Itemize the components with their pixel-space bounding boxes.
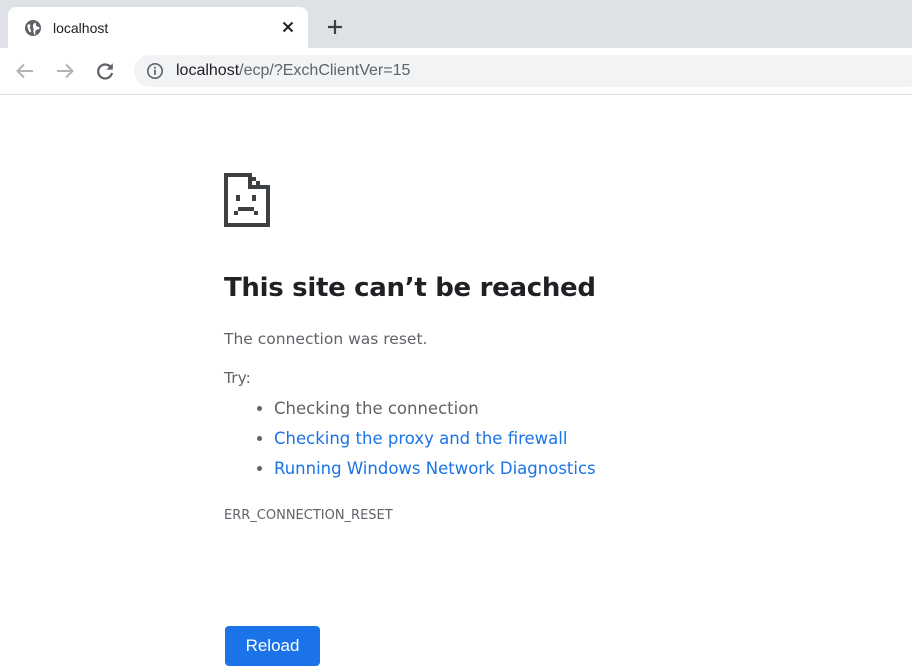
reload-icon[interactable] [93, 59, 117, 83]
plus-icon[interactable] [325, 17, 345, 37]
browser-toolbar: localhost/ecp/?ExchClientVer=15 [0, 48, 912, 95]
suggestion-list: Checking the connection Checking the pro… [256, 394, 596, 484]
reload-button[interactable]: Reload [225, 626, 320, 666]
try-label: Try: [224, 369, 251, 387]
sad-document-icon [224, 173, 270, 227]
suggestion-network-diagnostics-link[interactable]: Running Windows Network Diagnostics [274, 454, 596, 484]
page-title: This site can’t be reached [224, 273, 596, 303]
tab-strip: localhost [0, 0, 912, 48]
close-icon[interactable] [278, 17, 298, 37]
suggestion-check-connection: Checking the connection [274, 394, 596, 424]
arrow-right-icon[interactable] [53, 59, 77, 83]
url-text[interactable]: localhost/ecp/?ExchClientVer=15 [176, 61, 410, 81]
globe-icon [25, 20, 41, 36]
tab-title: localhost [53, 20, 109, 36]
error-code: ERR_CONNECTION_RESET [224, 508, 393, 523]
address-bar[interactable]: localhost/ecp/?ExchClientVer=15 [134, 55, 912, 87]
tab-localhost[interactable]: localhost [8, 7, 308, 48]
info-icon[interactable] [146, 62, 164, 80]
error-description: The connection was reset. [224, 330, 428, 348]
suggestion-check-proxy-link[interactable]: Checking the proxy and the firewall [274, 424, 596, 454]
url-path: /ecp/?ExchClientVer=15 [239, 62, 411, 79]
arrow-left-icon[interactable] [13, 59, 37, 83]
url-host: localhost [176, 62, 240, 79]
